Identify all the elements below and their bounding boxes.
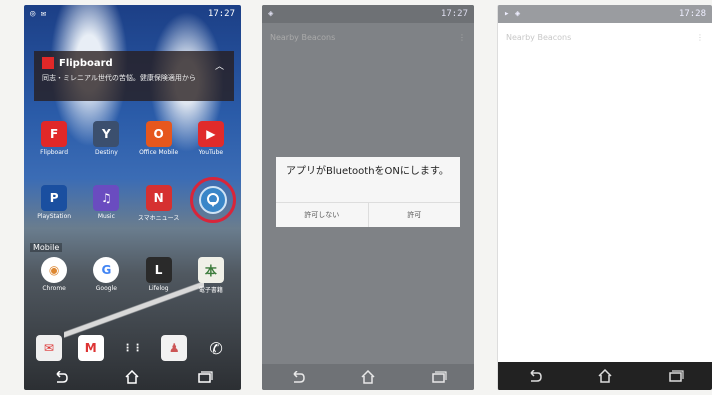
app-youtube[interactable]: ▶ YouTube [187, 121, 235, 156]
chevron-up-icon[interactable]: ︿ [215, 59, 224, 72]
app-google[interactable]: G Google [82, 257, 130, 294]
flipboard-logo-icon [42, 57, 54, 69]
app-icon: O [145, 121, 172, 147]
deny-button[interactable]: 許可しない [276, 203, 368, 227]
email-icon: ✉ [35, 335, 62, 361]
google-icon: G [93, 257, 120, 283]
status-bar: ▸ ◈ 17:28 [498, 5, 712, 23]
dock: ✉ M ⋮⋮ ♟ ✆ [28, 335, 237, 361]
status-bar: ◈ 17:27 [262, 5, 474, 23]
nav-bar [262, 364, 474, 390]
dock-phone[interactable]: ✆ [198, 335, 234, 361]
contacts-icon: ♟ [161, 335, 188, 361]
app-drawer-icon: ⋮⋮ [122, 342, 143, 354]
phone-blank-app: ▸ ◈ 17:28 Nearby Beacons ⋮ [497, 5, 712, 390]
gmail-icon: M [77, 335, 104, 361]
home-icon[interactable] [595, 367, 615, 385]
back-icon[interactable] [287, 368, 307, 386]
phone-home-screen: ◎ ✉ 17:27 Flipboard 同志・ミレニアル世代の苦悩。健康保険適用… [24, 5, 241, 390]
app-bar: Nearby Beacons ⋮ [498, 23, 712, 51]
home-icon[interactable] [122, 368, 142, 386]
nav-bar [24, 364, 241, 390]
flipboard-title: Flipboard [59, 57, 113, 69]
phone-icon: ✆ [209, 338, 223, 358]
app-icon: ▶ [197, 121, 224, 147]
recent-apps-icon[interactable] [666, 367, 686, 385]
app-flipboard[interactable]: F Flipboard [30, 121, 78, 156]
app-row-1: F Flipboard Y Destiny O Office Mobile ▶ YouT… [28, 121, 237, 156]
app-ebook[interactable]: 本電子書籍 [187, 257, 235, 294]
allow-button[interactable]: 許可 [367, 203, 461, 227]
dock-email[interactable]: ✉ [31, 335, 67, 361]
app-destiny[interactable]: Y Destiny [82, 121, 130, 156]
app-icon: 本 [197, 257, 224, 283]
flipboard-message: 同志・ミレニアル世代の苦悩。健康保険適用から [42, 74, 196, 82]
notification-icon: ▸ ◈ [504, 9, 521, 19]
app-chrome[interactable]: ◉ Chrome [30, 257, 78, 294]
back-icon[interactable] [50, 368, 70, 386]
status-time: 17:28 [678, 9, 706, 19]
app-playstation[interactable]: P PlayStation [30, 185, 78, 222]
dialog-message: アプリがBluetoothをONにします。 [286, 166, 449, 177]
app-icon: Y [93, 121, 120, 147]
app-music[interactable]: ♫ Music [82, 185, 130, 222]
app-title: Nearby Beacons [506, 32, 572, 42]
app-icon: F [41, 121, 68, 147]
bluetooth-permission-dialog: アプリがBluetoothをONにします。 許可しない 許可 [276, 157, 460, 227]
app-row-3: ◉ Chrome G Google L Lifelog 本電子書籍 [28, 257, 237, 294]
dock-contacts[interactable]: ♟ [156, 335, 192, 361]
app-office-mobile[interactable]: O Office Mobile [135, 121, 183, 156]
recent-apps-icon[interactable] [195, 368, 215, 386]
nav-bar [498, 362, 712, 390]
app-icon: ♫ [93, 185, 120, 211]
app-icon: N [145, 185, 172, 211]
recent-apps-icon[interactable] [429, 368, 449, 386]
app-icon: P [41, 185, 68, 211]
home-icon[interactable] [358, 368, 378, 386]
phone-bluetooth-dialog: ◈ 17:27 Nearby Beacons ⋮ アプリがBluetoothをO… [262, 5, 474, 390]
app-bar: Nearby Beacons ⋮ [262, 23, 474, 51]
status-bar: ◎ ✉ 17:27 [24, 5, 241, 23]
app-sumaho-news[interactable]: N スマホニュース [135, 185, 183, 222]
folder-label: Mobile [30, 243, 63, 252]
notification-icon: ◈ [268, 9, 274, 19]
dock-app-drawer[interactable]: ⋮⋮ [114, 335, 150, 361]
app-lifelog[interactable]: L Lifelog [135, 257, 183, 294]
beacon-app-icon[interactable] [199, 186, 227, 214]
dock-gmail[interactable]: M [73, 335, 109, 361]
notification-icon: ◎ ✉ [30, 9, 47, 19]
app-icon: L [145, 257, 172, 283]
status-time: 17:27 [207, 9, 235, 19]
overflow-menu-icon[interactable]: ⋮ [458, 33, 466, 42]
flipboard-widget[interactable]: Flipboard 同志・ミレニアル世代の苦悩。健康保険適用から ︿ [34, 51, 234, 101]
overflow-menu-icon[interactable]: ⋮ [696, 33, 704, 42]
chrome-icon: ◉ [41, 257, 68, 283]
location-pin-icon [207, 193, 219, 207]
app-title: Nearby Beacons [270, 32, 336, 42]
back-icon[interactable] [524, 367, 544, 385]
status-time: 17:27 [440, 9, 468, 19]
